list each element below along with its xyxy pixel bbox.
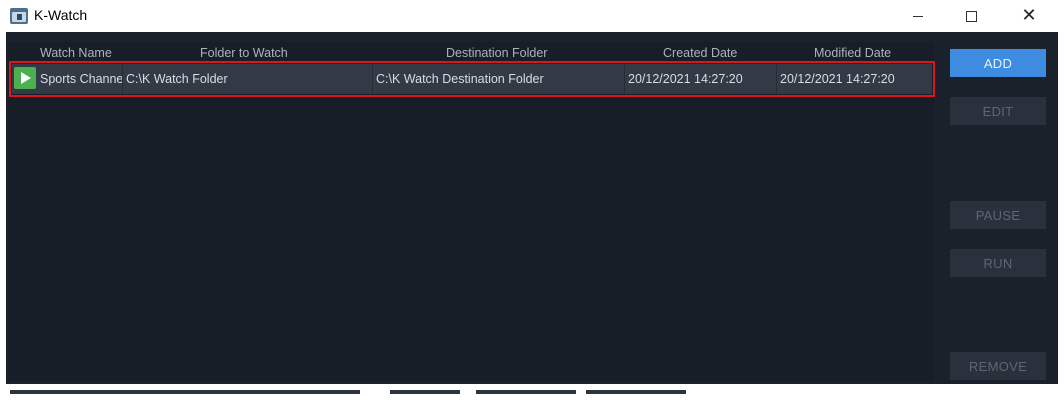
play-icon[interactable] xyxy=(14,67,36,89)
table-header: Watch Name Folder to Watch Destination F… xyxy=(8,42,934,64)
partial-underlying-content xyxy=(390,390,460,394)
add-button[interactable]: ADD xyxy=(950,49,1046,77)
window-bottom-edge xyxy=(6,384,1058,402)
close-button[interactable]: ✕ xyxy=(1006,0,1052,32)
watch-table: Watch Name Folder to Watch Destination F… xyxy=(8,42,935,382)
maximize-button[interactable] xyxy=(948,0,994,32)
edit-button[interactable]: EDIT xyxy=(950,97,1046,125)
pause-button[interactable]: PAUSE xyxy=(950,201,1046,229)
column-header-modified-date[interactable]: Modified Date xyxy=(814,46,891,60)
partial-underlying-content xyxy=(586,390,686,394)
title-bar: K-Watch ✕ xyxy=(0,0,1064,32)
cell-watch-name: Sports Channe xyxy=(40,72,122,86)
partial-underlying-content xyxy=(476,390,576,394)
minimize-button[interactable] xyxy=(895,0,941,32)
run-button[interactable]: RUN xyxy=(950,249,1046,277)
close-icon: ✕ xyxy=(1021,5,1037,26)
cell-modified-date: 20/12/2021 14:27:20 xyxy=(776,64,932,94)
column-header-destination-folder[interactable]: Destination Folder xyxy=(446,46,547,60)
minimize-icon xyxy=(913,15,923,17)
cell-folder-to-watch: C:\K Watch Folder xyxy=(122,64,372,94)
k-watch-app-icon xyxy=(10,8,28,24)
table-row[interactable]: Sports Channe C:\K Watch Folder C:\K Wat… xyxy=(9,61,935,97)
main-window: Watch Name Folder to Watch Destination F… xyxy=(6,32,1058,384)
cell-destination-folder: C:\K Watch Destination Folder xyxy=(372,64,624,94)
column-header-folder-to-watch[interactable]: Folder to Watch xyxy=(200,46,288,60)
cell-created-date: 20/12/2021 14:27:20 xyxy=(624,64,776,94)
maximize-icon xyxy=(965,10,977,22)
column-header-watch-name[interactable]: Watch Name xyxy=(40,46,112,60)
partial-underlying-content xyxy=(10,390,360,394)
window-title: K-Watch xyxy=(34,7,88,23)
column-header-created-date[interactable]: Created Date xyxy=(663,46,737,60)
remove-button[interactable]: REMOVE xyxy=(950,352,1046,380)
